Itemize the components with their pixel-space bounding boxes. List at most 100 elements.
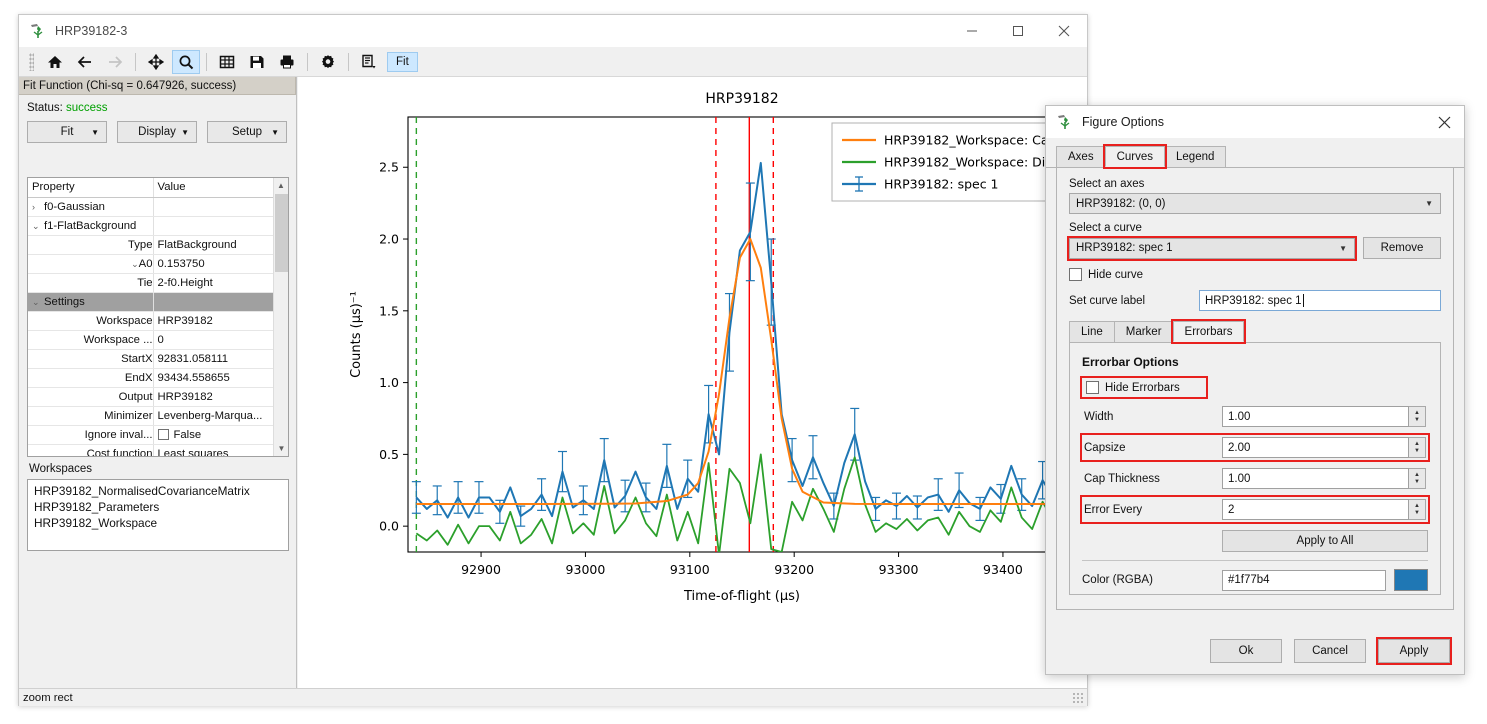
spinner-up-icon[interactable]: ▲ [1414, 472, 1420, 479]
pan-icon[interactable] [142, 50, 170, 74]
color-input[interactable]: #1f77b4 [1222, 570, 1386, 591]
property-row[interactable]: MinimizerLevenberg-Marqua... [28, 406, 288, 425]
spinner-buttons[interactable]: ▲▼ [1409, 468, 1426, 489]
curve-label-input[interactable]: HRP39182: spec 1 [1199, 290, 1441, 311]
property-row[interactable]: StartX92831.058111 [28, 349, 288, 368]
fit-dropdown-button[interactable]: Fit ▼ [27, 121, 107, 143]
spinner-down-icon[interactable]: ▼ [1414, 448, 1420, 455]
property-row[interactable]: ⌄Settings [28, 292, 288, 311]
property-row[interactable]: Tie2-f0.Height [28, 273, 288, 292]
ok-button[interactable]: Ok [1210, 639, 1282, 663]
property-value[interactable]: HRP39182 [153, 387, 288, 406]
hide-errorbars-checkbox[interactable] [1086, 381, 1099, 394]
property-row[interactable]: WorkspaceHRP39182 [28, 311, 288, 330]
spinner-down-icon[interactable]: ▼ [1414, 479, 1420, 486]
property-value[interactable]: 2-f0.Height [153, 273, 288, 292]
workspaces-list[interactable]: HRP39182_NormalisedCovarianceMatrixHRP39… [27, 479, 289, 551]
apply-to-all-button[interactable]: Apply to All [1222, 530, 1428, 552]
property-row[interactable]: OutputHRP39182 [28, 387, 288, 406]
hide-curve-row[interactable]: Hide curve [1069, 268, 1441, 281]
curve-select-dropdown[interactable]: HRP39182: spec 1 ▼ [1069, 238, 1355, 259]
back-arrow-icon[interactable] [71, 50, 99, 74]
scroll-up-icon[interactable]: ▲ [274, 178, 288, 193]
zoom-icon[interactable] [172, 50, 200, 74]
spinner-up-icon[interactable]: ▲ [1414, 503, 1420, 510]
property-tree[interactable]: Property Value ›f0-Gaussian⌄f1-FlatBackg… [27, 177, 289, 457]
toolbar-grip[interactable] [29, 53, 34, 71]
errorbar-field-input[interactable]: 1.00 [1222, 406, 1409, 427]
fit-toggle-button[interactable]: Fit [387, 52, 418, 72]
subtab-marker-label: Marker [1126, 326, 1162, 338]
cancel-button[interactable]: Cancel [1294, 639, 1366, 663]
property-value[interactable]: Levenberg-Marqua... [153, 406, 288, 425]
workspace-list-item[interactable]: HRP39182_NormalisedCovarianceMatrix [34, 483, 288, 499]
hide-curve-checkbox[interactable] [1069, 268, 1082, 281]
tab-curves[interactable]: Curves [1105, 146, 1165, 167]
dialog-close-icon[interactable] [1424, 106, 1464, 138]
subtab-line[interactable]: Line [1069, 321, 1115, 342]
property-tree-scrollbar[interactable]: ▲ ▼ [273, 178, 288, 456]
property-row[interactable]: Cost functionLeast squares [28, 444, 288, 457]
spinner-buttons[interactable]: ▲▼ [1409, 499, 1426, 520]
color-swatch[interactable] [1394, 569, 1428, 591]
property-row[interactable]: ›f0-Gaussian [28, 197, 288, 216]
tab-axes[interactable]: Axes [1056, 146, 1106, 167]
spinner-up-icon[interactable]: ▲ [1414, 410, 1420, 417]
property-row[interactable]: ⌄A00.153750 [28, 254, 288, 273]
spinner-buttons[interactable]: ▲▼ [1409, 406, 1426, 427]
property-row[interactable]: TypeFlatBackground [28, 235, 288, 254]
close-button[interactable] [1041, 15, 1087, 47]
remove-curve-button[interactable]: Remove [1363, 237, 1441, 259]
property-value[interactable] [153, 292, 288, 311]
spinner-buttons[interactable]: ▲▼ [1409, 437, 1426, 458]
workspace-list-item[interactable]: HRP39182_Workspace [34, 515, 288, 531]
chevron-down-icon[interactable]: ⌄ [32, 297, 44, 308]
chevron-right-icon[interactable]: › [32, 202, 44, 212]
spinner-down-icon[interactable]: ▼ [1414, 417, 1420, 424]
errorbar-field-input[interactable]: 2.00 [1222, 437, 1409, 458]
display-dropdown-button[interactable]: Display ▼ [117, 121, 197, 143]
errorbar-field-input[interactable]: 1.00 [1222, 468, 1409, 489]
property-row[interactable]: Workspace ...0 [28, 330, 288, 349]
subtab-marker[interactable]: Marker [1114, 321, 1174, 342]
errorbar-field-input[interactable]: 2 [1222, 499, 1409, 520]
chevron-down-icon[interactable]: ⌄ [127, 259, 139, 270]
property-value[interactable]: FlatBackground [153, 235, 288, 254]
property-row[interactable]: Ignore inval...False [28, 425, 288, 444]
apply-button[interactable]: Apply [1378, 639, 1450, 663]
print-icon[interactable] [273, 50, 301, 74]
scrollbar-thumb[interactable] [275, 194, 288, 272]
grid-icon[interactable] [213, 50, 241, 74]
property-value[interactable]: 0 [153, 330, 288, 349]
spinner-up-icon[interactable]: ▲ [1414, 441, 1420, 448]
maximize-button[interactable] [995, 15, 1041, 47]
value-checkbox[interactable] [158, 429, 169, 440]
tab-legend[interactable]: Legend [1164, 146, 1226, 167]
chevron-down-icon[interactable]: ⌄ [32, 221, 44, 232]
axes-select-dropdown[interactable]: HRP39182: (0, 0) ▼ [1069, 193, 1441, 214]
property-value[interactable]: 92831.058111 [153, 349, 288, 368]
spinner-down-icon[interactable]: ▼ [1414, 510, 1420, 517]
property-value[interactable]: 0.153750 [153, 254, 288, 273]
hide-errorbars-row[interactable]: Hide Errorbars [1082, 378, 1206, 397]
workspace-list-item[interactable]: HRP39182_Parameters [34, 499, 288, 515]
property-value[interactable]: False [153, 425, 288, 444]
subtab-errorbars[interactable]: Errorbars [1173, 321, 1245, 342]
setup-dropdown-button[interactable]: Setup ▼ [207, 121, 287, 143]
property-value[interactable]: HRP39182 [153, 311, 288, 330]
resize-grip[interactable] [1071, 691, 1083, 703]
property-row[interactable]: EndX93434.558655 [28, 368, 288, 387]
property-value[interactable] [153, 197, 288, 216]
save-icon[interactable] [243, 50, 271, 74]
minimize-button[interactable] [949, 15, 995, 47]
plot-canvas[interactable]: HRP391829290093000931009320093300934000.… [298, 77, 1087, 688]
home-icon[interactable] [41, 50, 69, 74]
property-value[interactable]: 93434.558655 [153, 368, 288, 387]
script-icon[interactable] [355, 50, 383, 74]
property-value[interactable]: Least squares [153, 444, 288, 457]
settings-gear-icon[interactable] [314, 50, 342, 74]
property-row[interactable]: ⌄f1-FlatBackground [28, 216, 288, 235]
forward-arrow-icon[interactable] [101, 50, 129, 74]
scroll-down-icon[interactable]: ▼ [274, 441, 289, 456]
property-value[interactable] [153, 216, 288, 235]
